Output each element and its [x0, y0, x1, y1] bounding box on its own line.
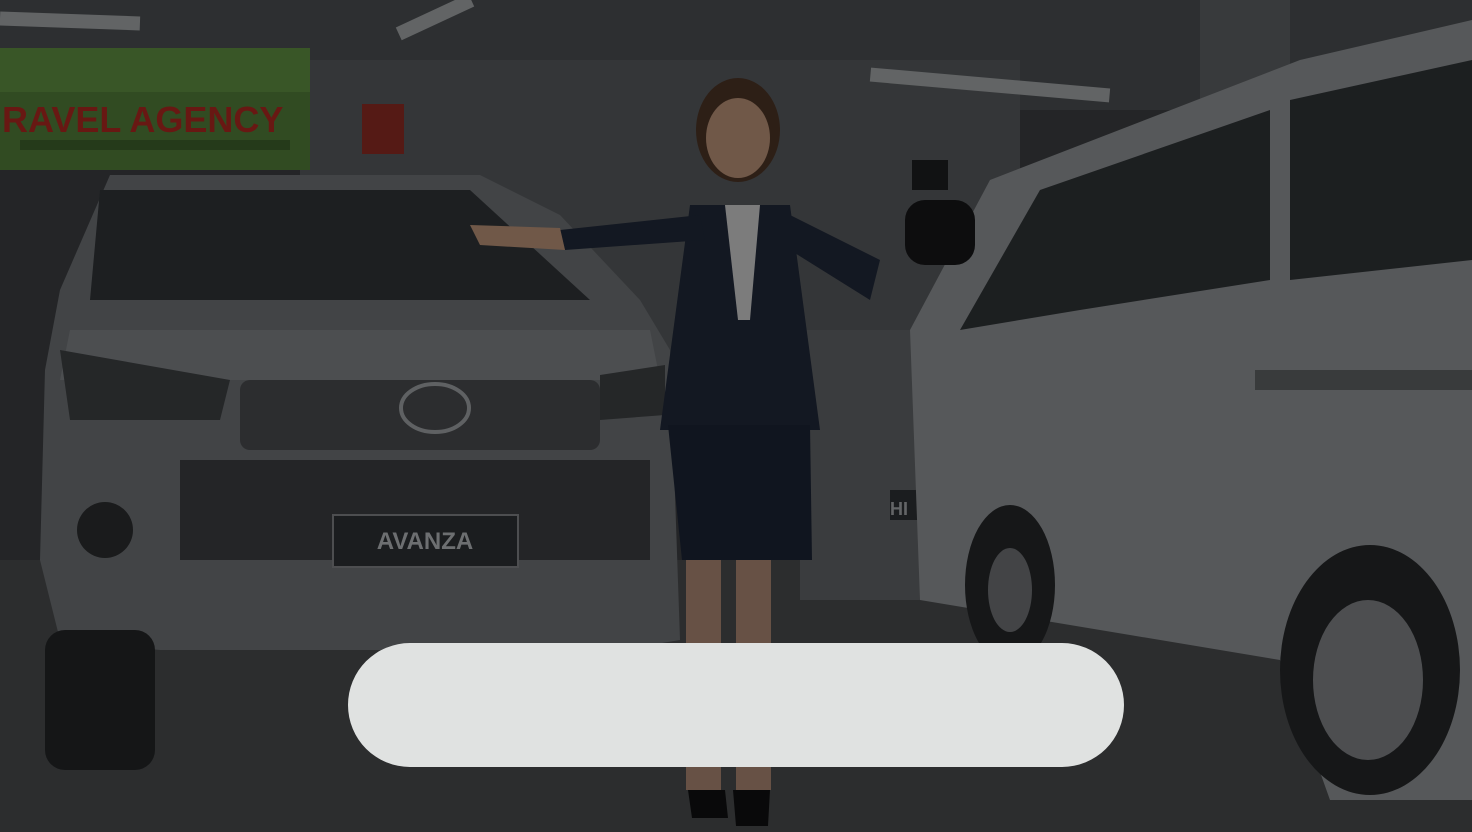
caption-card[interactable] — [348, 643, 1124, 767]
image-viewer: RAVEL AGENCY AVANZA HI — [0, 0, 1472, 832]
